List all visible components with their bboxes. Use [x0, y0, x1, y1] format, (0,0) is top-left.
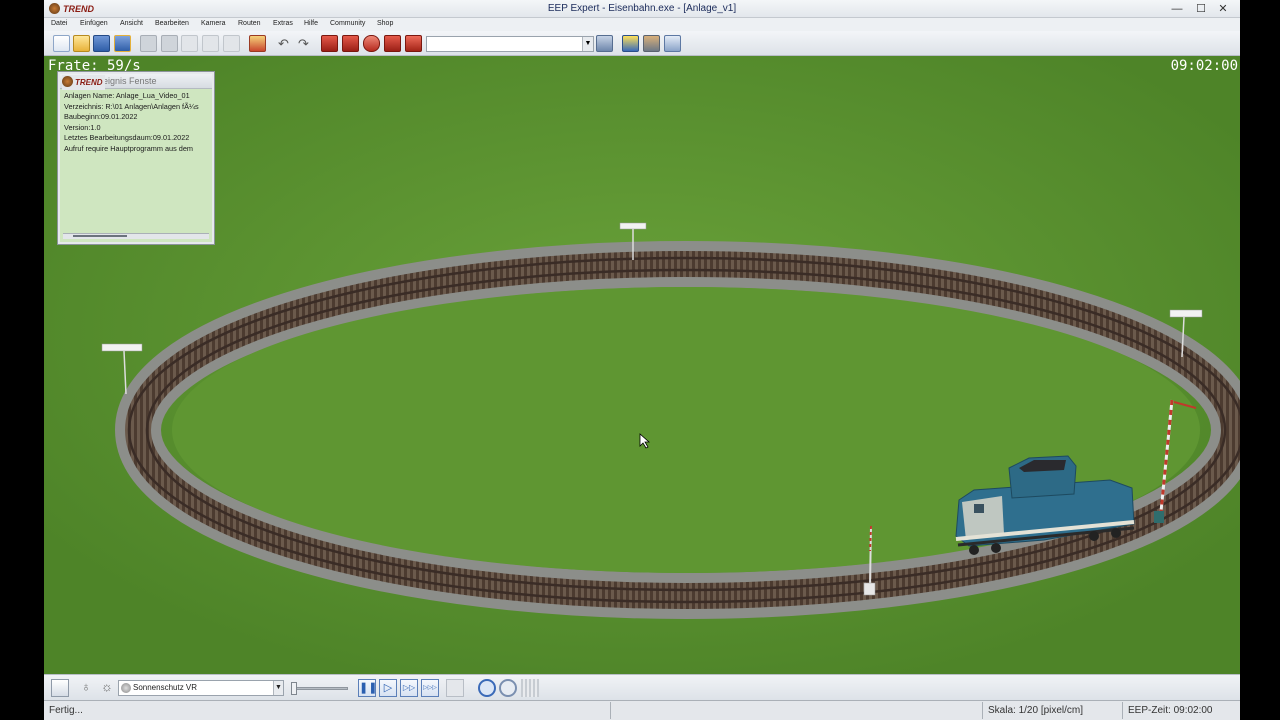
paste-icon[interactable]	[161, 35, 178, 52]
lightbulb-icon[interactable]: ♁	[77, 679, 95, 697]
slider-knob[interactable]	[291, 682, 297, 695]
status-message: Fertig...	[49, 705, 83, 716]
object-combo[interactable]: ▼	[426, 36, 594, 52]
tools-icon[interactable]	[643, 35, 660, 52]
minimize-button[interactable]: —	[1166, 1, 1188, 17]
train-list-icon[interactable]	[342, 35, 359, 52]
status-spacer	[610, 702, 982, 719]
logo-emblem-icon	[62, 76, 73, 87]
open-folder-icon[interactable]	[73, 35, 90, 52]
toolbar: ↶ ↷ ▼	[44, 31, 1240, 56]
chevron-down-icon[interactable]: ▼	[582, 37, 593, 51]
event-window-logo: TREND	[62, 75, 105, 90]
status-eep-time: EEP-Zeit: 09:02:00	[1122, 702, 1213, 719]
loco-icon[interactable]	[384, 35, 401, 52]
bottom-toolbar: ♁ ☼ Sonnenschutz VR ▼ ❚❚ ▷ ▷▷ ▷▷▷	[44, 674, 1240, 700]
new-file-icon[interactable]	[53, 35, 70, 52]
save-icon[interactable]	[93, 35, 110, 52]
menu-routen[interactable]: Routen	[238, 20, 261, 27]
menu-kamera[interactable]: Kamera	[201, 20, 226, 27]
menu-shop[interactable]: Shop	[377, 20, 393, 27]
log-line: Letztes Bearbeitungsdaum:09.01.2022	[64, 133, 190, 143]
fastest-forward-button[interactable]: ▷▷▷	[421, 679, 439, 697]
title-bar: TREND EEP Expert - Eisenbahn.exe - [Anla…	[44, 0, 1240, 18]
grid-icon[interactable]	[521, 679, 539, 697]
sun-protection-select[interactable]: Sonnenschutz VR ▼	[118, 680, 284, 696]
3d-viewport[interactable]: Frate: 59/s 09:02:00 Ereignis Fenste TRE…	[44, 56, 1240, 674]
maximize-button[interactable]: ☐	[1190, 1, 1212, 17]
window-title: EEP Expert - Eisenbahn.exe - [Anlage_v1]	[547, 3, 737, 14]
event-window[interactable]: Ereignis Fenste TREND Anlagen Name: Anla…	[58, 72, 214, 244]
train-list-icon[interactable]	[321, 35, 338, 52]
redo-icon[interactable]: ↷	[295, 35, 312, 52]
sun-icon[interactable]	[622, 35, 639, 52]
blank-icon[interactable]	[202, 35, 219, 52]
signal-icon[interactable]	[405, 35, 422, 52]
log-line: Baubeginn:09.01.2022	[64, 112, 138, 122]
horizontal-scrollbar[interactable]	[63, 233, 209, 239]
save-as-icon[interactable]	[114, 35, 131, 52]
copy-icon[interactable]	[140, 35, 157, 52]
menu-community[interactable]: Community	[330, 20, 365, 27]
undo-icon[interactable]: ↶	[275, 35, 292, 52]
log-line: Aufruf require Hauptprogramm aus dem	[64, 143, 193, 153]
export-icon[interactable]	[249, 35, 266, 52]
blank-icon[interactable]	[223, 35, 240, 52]
blank-icon[interactable]	[181, 35, 198, 52]
zoom-in-icon[interactable]	[478, 679, 496, 697]
status-bar: Fertig... Skala: 1/20 [pixel/cm] EEP-Zei…	[44, 700, 1240, 720]
fast-forward-button[interactable]: ▷▷	[400, 679, 418, 697]
menu-datei[interactable]: Datei	[51, 20, 67, 27]
camera-icon[interactable]	[596, 35, 613, 52]
chevron-down-icon[interactable]: ▼	[273, 681, 283, 695]
pause-button[interactable]: ❚❚	[358, 679, 377, 697]
menu-bearbeiten[interactable]: Bearbeiten	[155, 20, 189, 27]
log-line: Version:1.0	[64, 122, 101, 132]
event-window-titlebar[interactable]: Ereignis Fenste TREND	[60, 74, 212, 90]
time-slider[interactable]	[291, 682, 348, 695]
menu-extras[interactable]: Extras	[273, 20, 293, 27]
play-button[interactable]: ▷	[379, 679, 397, 697]
menu-einfuegen[interactable]: Einfügen	[80, 20, 108, 27]
close-button[interactable]: ✕	[1212, 1, 1234, 17]
edit-pencil-icon[interactable]	[51, 679, 69, 697]
scene-clock: 09:02:00	[1170, 58, 1238, 74]
info-icon[interactable]	[664, 35, 681, 52]
event-log: Anlagen Name: Anlage_Lua_Video_01 Verzei…	[60, 89, 212, 157]
log-line: Anlagen Name: Anlage_Lua_Video_01	[64, 91, 190, 100]
loco-icon[interactable]	[363, 35, 380, 52]
scrollbar-thumb[interactable]	[73, 235, 127, 237]
status-scale: Skala: 1/20 [pixel/cm]	[982, 702, 1083, 719]
zoom-out-icon[interactable]	[499, 679, 517, 697]
weather-icon[interactable]: ☼	[98, 679, 116, 697]
sun-select-icon	[121, 683, 131, 693]
layout-scene	[44, 56, 1240, 674]
log-line: Verzeichnis: R:\01 Anlagen\Anlagen fÃ¼s	[64, 101, 199, 111]
record-icon[interactable]	[446, 679, 464, 697]
menu-hilfe[interactable]: Hilfe	[304, 20, 318, 27]
menu-bar: Datei Einfügen Ansicht Bearbeiten Kamera…	[44, 18, 1240, 31]
menu-ansicht[interactable]: Ansicht	[120, 20, 143, 27]
app-window: TREND EEP Expert - Eisenbahn.exe - [Anla…	[44, 0, 1240, 720]
